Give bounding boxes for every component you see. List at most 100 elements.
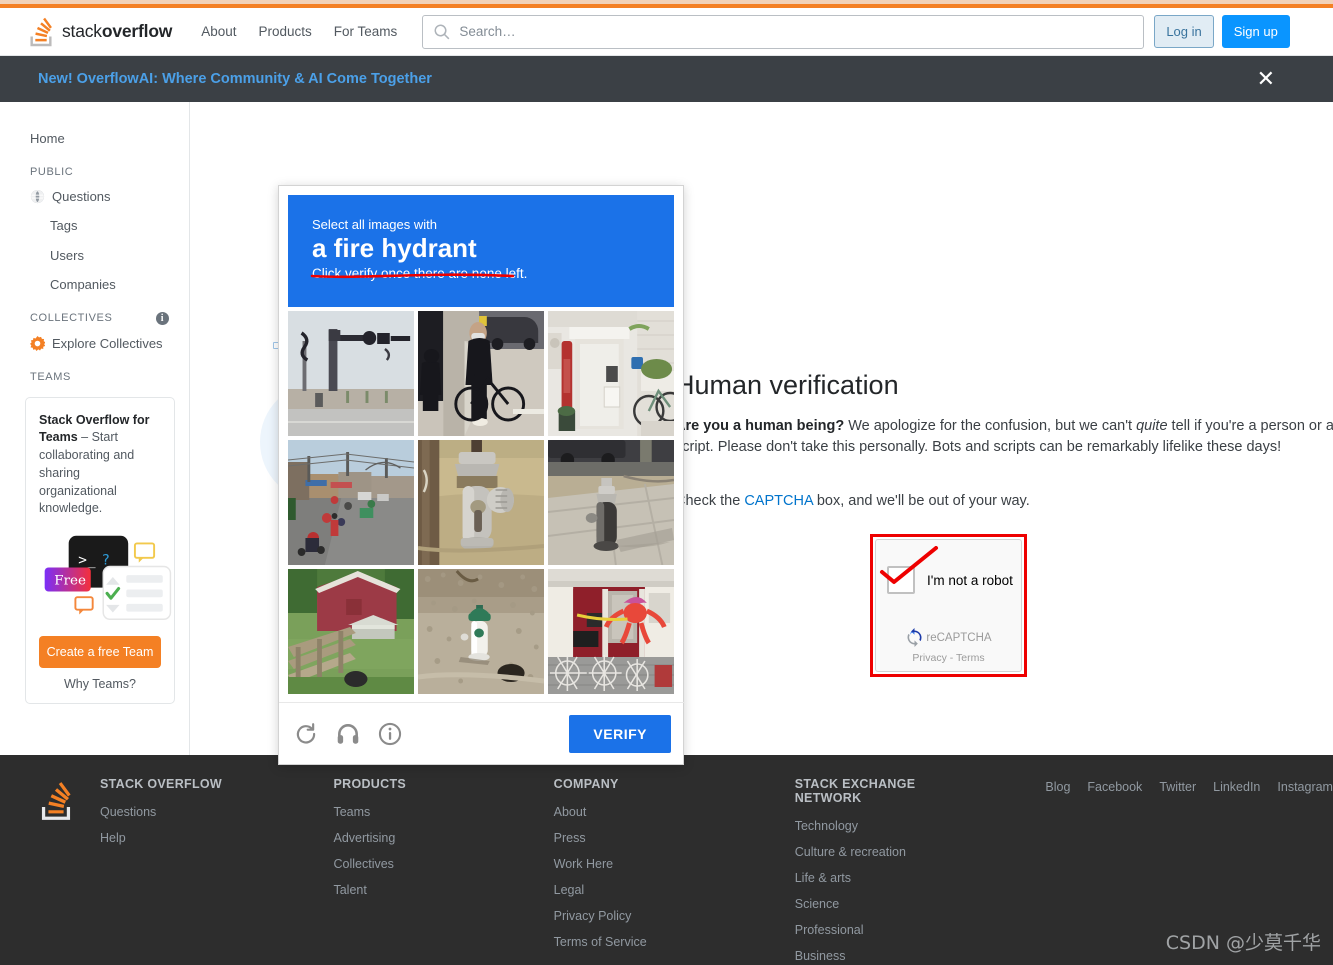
sidebar-heading-label: COLLECTIVES xyxy=(30,312,113,325)
verify-button[interactable]: VERIFY xyxy=(569,714,671,753)
create-free-team-button[interactable]: Create a free Team xyxy=(39,636,161,669)
sidebar-item-companies[interactable]: Companies xyxy=(0,270,189,300)
captcha-instruction-header: Select all images with a fire hydrant Cl… xyxy=(288,195,674,307)
sidebar-heading-label: PUBLIC xyxy=(30,165,74,178)
nav-products[interactable]: Products xyxy=(248,16,323,47)
footer-columns: STACK OVERFLOW Questions Help PRODUCTS T… xyxy=(0,777,1333,965)
captcha-tile-7-image xyxy=(288,569,414,694)
footer-column-stack-exchange-network: STACK EXCHANGE NETWORK Technology Cultur… xyxy=(795,777,986,965)
captcha-tile-5[interactable] xyxy=(418,440,544,565)
sidebar-heading-public: PUBLIC xyxy=(0,154,189,182)
collectives-icon xyxy=(30,336,46,352)
close-icon[interactable]: ✕ xyxy=(1257,68,1275,90)
checkbox-unchecked-icon[interactable] xyxy=(887,566,915,594)
footer-link-help[interactable]: Help xyxy=(100,831,273,845)
footer-column-heading: STACK EXCHANGE NETWORK xyxy=(794,777,916,805)
teams-illustration: >_ ? Free xyxy=(39,530,172,626)
captcha-toolbar: VERIFY xyxy=(279,702,685,764)
footer-column-heading: PRODUCTS xyxy=(333,777,407,791)
sidebar-item-users[interactable]: Users xyxy=(0,241,189,271)
site-logo[interactable]: stackoverflow xyxy=(28,17,172,47)
info-icon[interactable]: i xyxy=(156,311,169,325)
paragraph-1-part1: We apologize for the confusion, but we c… xyxy=(844,418,1137,434)
sidebar-item-explore-collectives[interactable]: Explore Collectives xyxy=(0,329,189,359)
footer-column-company: COMPANY About Press Work Here Legal Priv… xyxy=(554,777,735,965)
page-title: Human verification xyxy=(675,370,899,400)
left-sidebar: Home PUBLIC Questions Tags Users Compani… xyxy=(0,102,190,755)
footer-link-collectives[interactable]: Collectives xyxy=(333,857,493,871)
footer-column-stack-overflow: STACK OVERFLOW Questions Help xyxy=(100,777,273,965)
captcha-tile-2-image xyxy=(418,311,544,436)
login-button[interactable]: Log in xyxy=(1154,15,1214,48)
recaptcha-widget[interactable]: I'm not a robot reCAPTCHA Privacy - Term… xyxy=(875,539,1022,672)
footer-link-work-here[interactable]: Work Here xyxy=(554,857,735,871)
footer-link-culture-recreation[interactable]: Culture & recreation xyxy=(795,845,986,859)
sidebar-item-questions[interactable]: Questions xyxy=(0,182,189,212)
footer-link-legal[interactable]: Legal xyxy=(554,883,735,897)
captcha-tile-1-image xyxy=(288,311,414,436)
captcha-tile-3[interactable] xyxy=(548,311,674,436)
footer-link-life-arts[interactable]: Life & arts xyxy=(795,871,986,885)
sidebar-heading-teams: TEAMS xyxy=(0,359,189,387)
footer-link-business[interactable]: Business xyxy=(795,949,986,963)
captcha-image-grid xyxy=(288,307,674,694)
sidebar-item-label: Tags xyxy=(50,218,78,234)
captcha-toolbar-icons xyxy=(293,721,403,747)
headphones-icon[interactable] xyxy=(335,721,361,747)
footer-column-heading: COMPANY xyxy=(553,777,619,791)
paragraph-2-part1: Check the xyxy=(675,493,745,509)
footer-link-privacy-policy[interactable]: Privacy Policy xyxy=(554,909,735,923)
recaptcha-terms[interactable]: Privacy - Terms xyxy=(876,652,1021,664)
captcha-tile-2[interactable] xyxy=(418,311,544,436)
captcha-tile-6-image xyxy=(548,440,674,565)
footer-link-facebook[interactable]: Facebook xyxy=(1087,780,1142,965)
why-teams-link[interactable]: Why Teams? xyxy=(39,677,161,691)
paragraph-2-part2: box, and we'll be out of your way. xyxy=(812,493,1030,509)
footer-link-talent[interactable]: Talent xyxy=(333,883,493,897)
signup-button[interactable]: Sign up xyxy=(1221,15,1290,48)
captcha-instruction-line1: Select all images with xyxy=(312,217,437,232)
captcha-tile-8[interactable] xyxy=(418,569,544,694)
verification-paragraph-1: Are you a human being? We apologize for … xyxy=(675,416,1333,458)
sidebar-item-label: Explore Collectives xyxy=(52,335,163,351)
verification-paragraph-2: Check the CAPTCHA box, and we'll be out … xyxy=(675,491,1333,512)
captcha-challenge-dialog: Select all images with a fire hydrant Cl… xyxy=(278,185,685,765)
teams-card-text: Stack Overflow for Teams – Start collabo… xyxy=(39,412,161,519)
footer-link-blog[interactable]: Blog xyxy=(1045,780,1070,965)
captcha-tile-1[interactable] xyxy=(288,311,414,436)
footer-link-about[interactable]: About xyxy=(554,805,735,819)
footer-link-terms-of-service[interactable]: Terms of Service xyxy=(554,935,735,949)
captcha-tile-9[interactable] xyxy=(548,569,674,694)
reload-icon[interactable] xyxy=(293,721,319,747)
globe-icon xyxy=(30,189,45,204)
footer-link-science[interactable]: Science xyxy=(795,897,986,911)
stack-overflow-footer-logo-icon[interactable] xyxy=(38,781,74,821)
footer-column-heading: STACK OVERFLOW xyxy=(100,777,223,791)
captcha-link[interactable]: CAPTCHA xyxy=(744,493,813,509)
search-input[interactable] xyxy=(422,14,1145,49)
recaptcha-branding: reCAPTCHA Privacy - Terms xyxy=(876,628,1021,664)
sidebar-item-tags[interactable]: Tags xyxy=(0,211,189,241)
footer-link-professional[interactable]: Professional xyxy=(795,923,986,937)
captcha-tile-7[interactable] xyxy=(288,569,414,694)
sidebar-item-label: Users xyxy=(50,247,84,263)
nav-for-teams[interactable]: For Teams xyxy=(323,16,409,47)
footer-link-press[interactable]: Press xyxy=(554,831,735,845)
recaptcha-logo-icon xyxy=(907,628,922,647)
nav-about[interactable]: About xyxy=(190,16,247,47)
announcement-link[interactable]: New! OverflowAI: Where Community & AI Co… xyxy=(38,71,432,87)
info-circle-icon[interactable] xyxy=(377,721,403,747)
footer-link-questions[interactable]: Questions xyxy=(100,805,273,819)
sidebar-item-home[interactable]: Home xyxy=(0,124,189,154)
paragraph-1-bold: Are you a human being? xyxy=(675,418,845,434)
red-underline-annotation-icon xyxy=(310,273,515,279)
recaptcha-checkbox-row[interactable]: I'm not a robot xyxy=(887,566,1013,594)
captcha-tile-6[interactable] xyxy=(548,440,674,565)
footer-link-advertising[interactable]: Advertising xyxy=(333,831,493,845)
footer-link-technology[interactable]: Technology xyxy=(795,819,986,833)
search-icon xyxy=(433,23,451,41)
red-check-annotation-icon: I'm not a robot reCAPTCHA Privacy - Term… xyxy=(870,534,1027,677)
footer-link-teams[interactable]: Teams xyxy=(333,805,493,819)
captcha-tile-4[interactable] xyxy=(288,440,414,565)
stack-overflow-logo-icon xyxy=(28,17,54,47)
